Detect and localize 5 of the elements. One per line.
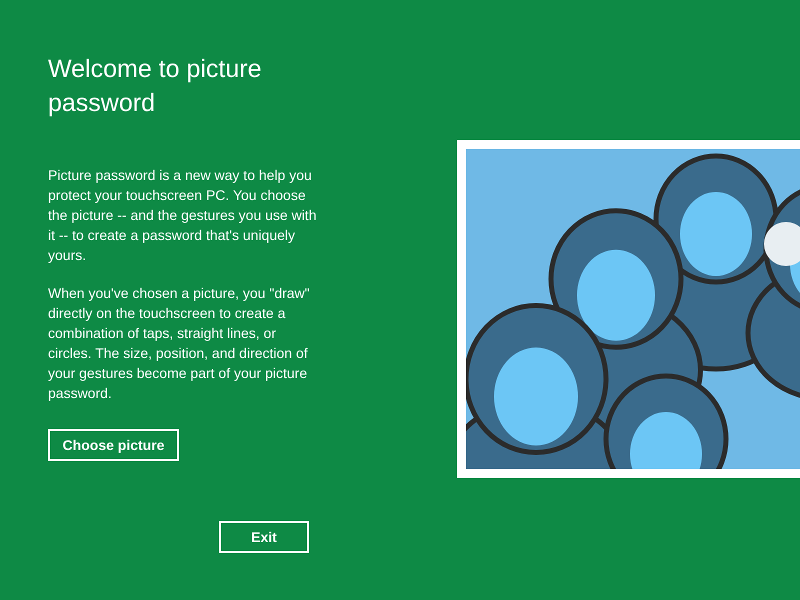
description-paragraph: When you've chosen a picture, you "draw" directly on the touchscreen to create a combination of taps, straight lines, or circles. The size, position, and direction of your gestures become part of your picture password. xyxy=(48,284,311,403)
page-title: Welcome to picture password xyxy=(48,54,263,119)
description-paragraph: Picture password is a new way to help you protect your touchscreen PC. You choose the picture -- and the gestures you use with it -- to create a password that's uniquely yours. xyxy=(48,166,318,265)
exit-button[interactable]: Exit xyxy=(219,521,309,553)
choose-picture-button[interactable]: Choose picture xyxy=(48,429,179,461)
